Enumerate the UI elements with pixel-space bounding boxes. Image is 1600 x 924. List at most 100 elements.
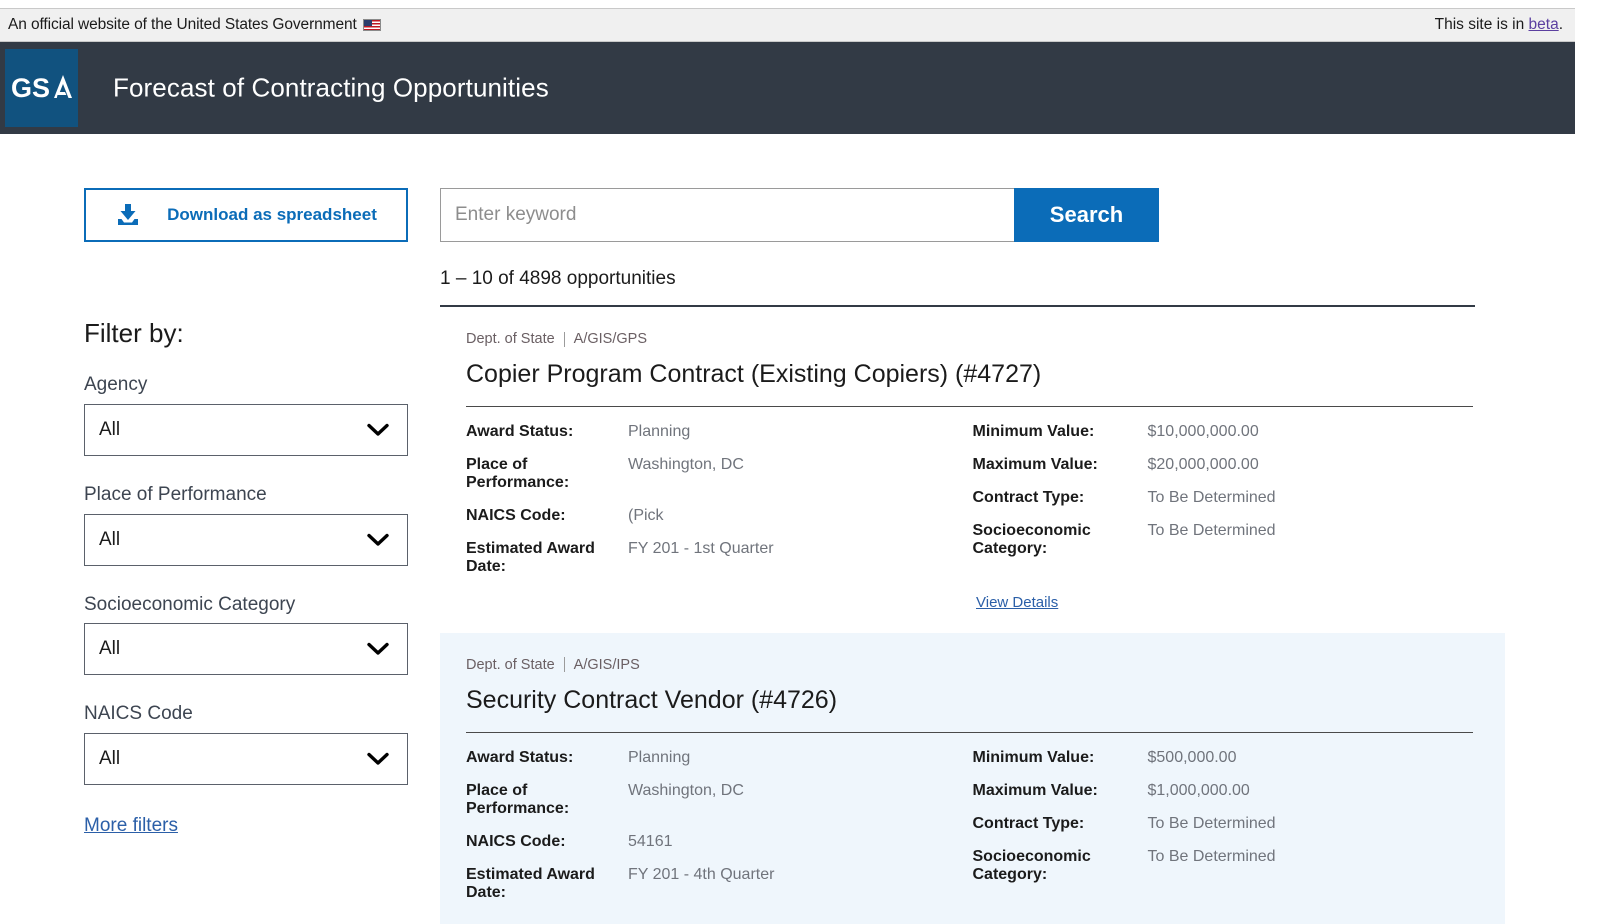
filter-group-agency: Agency All [84,374,408,456]
card-meta: Dept. of State A/GIS/GPS [466,331,1479,347]
detail-row: Maximum Value: $20,000,000.00 [973,456,1480,474]
main-content: Search 1 – 10 of 4898 opportunities Dept… [440,188,1505,924]
card-meta: Dept. of State A/GIS/IPS [466,657,1479,673]
detail-row: Contract Type: To Be Determined [973,489,1480,507]
meta-separator [564,657,565,672]
detail-value: Washington, DC [628,456,744,492]
chevron-down-icon [367,533,389,547]
page-root: An official website of the United States… [0,0,1600,905]
detail-value: To Be Determined [1148,522,1276,558]
filter-select-socioeconomic-category[interactable]: All [84,623,408,675]
detail-row: NAICS Code: 54161 [466,833,973,851]
detail-row: Minimum Value: $10,000,000.00 [973,423,1480,441]
detail-key: Award Status: [466,423,628,441]
detail-key: Estimated Award Date: [466,540,628,576]
detail-row: Socioeconomic Category: To Be Determined [973,522,1480,558]
site-header: GS Forecast of Contracting Opportunities [0,42,1575,134]
search-input[interactable] [440,188,1014,242]
download-icon [115,203,141,227]
search-bar: Search [440,188,1159,242]
detail-value: $20,000,000.00 [1148,456,1259,474]
card-office: A/GIS/GPS [574,331,647,347]
more-filters-link[interactable]: More filters [84,815,178,837]
beta-notice-suffix: . [1559,16,1563,33]
card-details-right: Minimum Value: $10,000,000.00 Maximum Va… [973,423,1480,576]
card-details-right: Minimum Value: $500,000.00 Maximum Value… [973,749,1480,902]
banner-text: An official website of the United States… [8,16,381,34]
search-button[interactable]: Search [1014,188,1159,242]
detail-value: FY 201 - 4th Quarter [628,866,774,902]
card-details-left: Award Status: Planning Place of Performa… [466,423,973,576]
filter-by-heading: Filter by: [84,320,408,346]
gsa-logo[interactable]: GS [5,49,78,127]
view-details-link[interactable]: View Details [976,594,1058,611]
download-spreadsheet-button[interactable]: Download as spreadsheet [84,188,408,242]
chevron-down-icon [367,642,389,656]
result-card[interactable]: Dept. of State A/GIS/GPS Copier Program … [440,307,1505,633]
detail-row: Minimum Value: $500,000.00 [973,749,1480,767]
card-details-left: Award Status: Planning Place of Performa… [466,749,973,902]
download-spreadsheet-label: Download as spreadsheet [167,205,377,225]
detail-value: To Be Determined [1148,489,1276,507]
detail-row: Place of Performance: Washington, DC [466,456,973,492]
detail-key: NAICS Code: [466,833,628,851]
government-banner: An official website of the United States… [0,8,1575,42]
detail-row: Maximum Value: $1,000,000.00 [973,782,1480,800]
detail-key: Socioeconomic Category: [973,848,1148,884]
detail-value: $10,000,000.00 [1148,423,1259,441]
detail-key: Estimated Award Date: [466,866,628,902]
spacer [466,594,976,611]
beta-notice: This site is in beta. [1435,16,1563,34]
detail-row: Socioeconomic Category: To Be Determined [973,848,1480,884]
detail-value: To Be Determined [1148,848,1276,884]
card-title[interactable]: Copier Program Contract (Existing Copier… [466,360,1479,389]
filter-sidebar: Download as spreadsheet Filter by: Agenc… [84,188,408,837]
card-office: A/GIS/IPS [574,657,640,673]
detail-key: Place of Performance: [466,456,628,492]
filter-label-agency: Agency [84,374,408,397]
beta-link[interactable]: beta [1529,16,1559,33]
page-title: Forecast of Contracting Opportunities [113,73,549,104]
beta-notice-prefix: This site is in [1435,16,1529,33]
card-details: Award Status: Planning Place of Performa… [466,749,1479,902]
detail-key: Contract Type: [973,815,1148,833]
detail-value: 54161 [628,833,673,851]
detail-row: Place of Performance: Washington, DC [466,782,973,818]
detail-value: To Be Determined [1148,815,1276,833]
filter-group-place-of-performance: Place of Performance All [84,484,408,566]
us-flag-icon [363,19,381,31]
filter-label-place-of-performance: Place of Performance [84,484,408,507]
result-card[interactable]: Dept. of State A/GIS/IPS Security Contra… [440,633,1505,924]
detail-row: Estimated Award Date: FY 201 - 1st Quart… [466,540,973,576]
detail-row: Award Status: Planning [466,423,973,441]
filter-value-socioeconomic-category: All [99,638,120,660]
detail-value: $1,000,000.00 [1148,782,1250,800]
detail-row: Contract Type: To Be Determined [973,815,1480,833]
filter-value-naics-code: All [99,748,120,770]
card-title[interactable]: Security Contract Vendor (#4726) [466,686,1479,715]
detail-key: Contract Type: [973,489,1148,507]
card-rule [466,406,1473,407]
detail-key: Minimum Value: [973,423,1148,441]
detail-value: FY 201 - 1st Quarter [628,540,774,576]
detail-row: Award Status: Planning [466,749,973,767]
filter-select-naics-code[interactable]: All [84,733,408,785]
detail-key: NAICS Code: [466,507,628,525]
card-agency: Dept. of State [466,331,555,347]
detail-key: Award Status: [466,749,628,767]
filter-select-place-of-performance[interactable]: All [84,514,408,566]
detail-key: Minimum Value: [973,749,1148,767]
detail-key: Socioeconomic Category: [973,522,1148,558]
filter-select-agency[interactable]: All [84,404,408,456]
filter-value-agency: All [99,419,120,441]
chevron-down-icon [367,752,389,766]
banner-label: An official website of the United States… [8,16,357,33]
svg-text:GS: GS [11,73,50,103]
detail-value: Washington, DC [628,782,744,818]
detail-key: Maximum Value: [973,782,1148,800]
filter-group-naics-code: NAICS Code All [84,703,408,785]
filter-value-place-of-performance: All [99,529,120,551]
detail-row: Estimated Award Date: FY 201 - 4th Quart… [466,866,973,902]
card-agency: Dept. of State [466,657,555,673]
detail-value: $500,000.00 [1148,749,1237,767]
